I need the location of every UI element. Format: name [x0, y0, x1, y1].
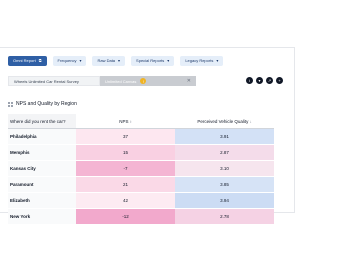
table-row: Elizabeth 42 3.94: [8, 192, 274, 209]
omni-report-button[interactable]: Omni Report ⧉: [8, 55, 47, 66]
frequency-dropdown[interactable]: Frequency ▾: [52, 55, 87, 66]
header-region[interactable]: Where did you rent the car?: [8, 114, 76, 129]
info-icon[interactable]: i: [246, 77, 253, 84]
legacy-reports-label: Legacy Reports: [185, 58, 214, 63]
sort-icon: ↓: [249, 118, 252, 124]
quality-cell: 3.10: [175, 160, 274, 177]
dashboard-tabs: Wheels Unlimited Car Rental Survey Unlim…: [8, 76, 196, 86]
region-cell: Philadelphia: [8, 128, 76, 145]
chevron-down-icon: ▾: [118, 58, 121, 63]
raw-data-dropdown[interactable]: Raw Data ▾: [92, 55, 126, 66]
action-icons: i ▾ ↗ +: [246, 77, 283, 84]
share-icon[interactable]: ↗: [266, 77, 273, 84]
quality-cell: 2.78: [175, 208, 274, 224]
nps-table: Where did you rent the car? NPS ↕ Percei…: [8, 114, 274, 224]
quality-cell: 2.87: [175, 144, 274, 161]
table-row: Paramount 21 3.85: [8, 176, 274, 193]
warning-badge: !: [140, 78, 147, 84]
chevron-down-icon: ▾: [216, 58, 219, 63]
nps-cell: -7: [76, 160, 175, 177]
quality-cell: 3.94: [175, 192, 274, 209]
card-title: NPS and Quality by Region: [16, 101, 77, 107]
header-nps-label: NPS: [119, 118, 129, 124]
tab-label: Unlimited Canvas: [105, 78, 137, 84]
header-quality-label: Perceived Vehicle Quality: [197, 118, 249, 124]
special-reports-label: Special Reports: [136, 58, 165, 63]
table-header-row: Where did you rent the car? NPS ↕ Percei…: [8, 114, 274, 129]
region-cell: Memphis: [8, 144, 76, 161]
card-header: NPS and Quality by Region: [8, 101, 77, 107]
region-cell: Elizabeth: [8, 192, 76, 209]
header-nps[interactable]: NPS ↕: [76, 114, 175, 129]
nps-cell: 42: [76, 192, 175, 209]
frequency-label: Frequency: [57, 58, 77, 63]
chevron-down-icon: ▾: [167, 58, 170, 63]
chevron-down-icon: ▾: [79, 58, 82, 63]
table-row: Kansas City -7 3.10: [8, 160, 274, 177]
external-link-icon: ⧉: [38, 58, 42, 63]
nps-cell: 21: [76, 176, 175, 193]
omni-report-label: Omni Report: [13, 58, 36, 63]
raw-data-label: Raw Data: [97, 58, 116, 63]
close-icon[interactable]: ✕: [187, 78, 191, 84]
table-row: Philadelphia 37 3.91: [8, 128, 274, 145]
table-row: New York -12 2.78: [8, 208, 274, 224]
tab-label: Wheels Unlimited Car Rental Survey: [14, 78, 79, 84]
legacy-reports-dropdown[interactable]: Legacy Reports ▾: [180, 55, 224, 66]
region-cell: Kansas City: [8, 160, 76, 177]
region-cell: New York: [8, 208, 76, 224]
quality-cell: 3.85: [175, 176, 274, 193]
nps-cell: 37: [76, 128, 175, 145]
header-quality[interactable]: Perceived Vehicle Quality ↓: [175, 114, 274, 129]
toolbar: Omni Report ⧉ Frequency ▾ Raw Data ▾ Spe…: [8, 55, 224, 66]
tab-car-rental-survey[interactable]: Wheels Unlimited Car Rental Survey: [8, 76, 100, 86]
nps-cell: 15: [76, 144, 175, 161]
region-cell: Paramount: [8, 176, 76, 193]
filter-icon[interactable]: ▾: [256, 77, 263, 84]
add-icon[interactable]: +: [276, 77, 283, 84]
tab-unlimited-canvas[interactable]: Unlimited Canvas ! ✕: [100, 76, 196, 86]
special-reports-dropdown[interactable]: Special Reports ▾: [131, 55, 175, 66]
quality-cell: 3.91: [175, 128, 274, 145]
sort-icon: ↕: [129, 118, 132, 124]
table-row: Memphis 15 2.87: [8, 144, 274, 161]
grid-icon: [8, 101, 13, 107]
nps-cell: -12: [76, 208, 175, 224]
